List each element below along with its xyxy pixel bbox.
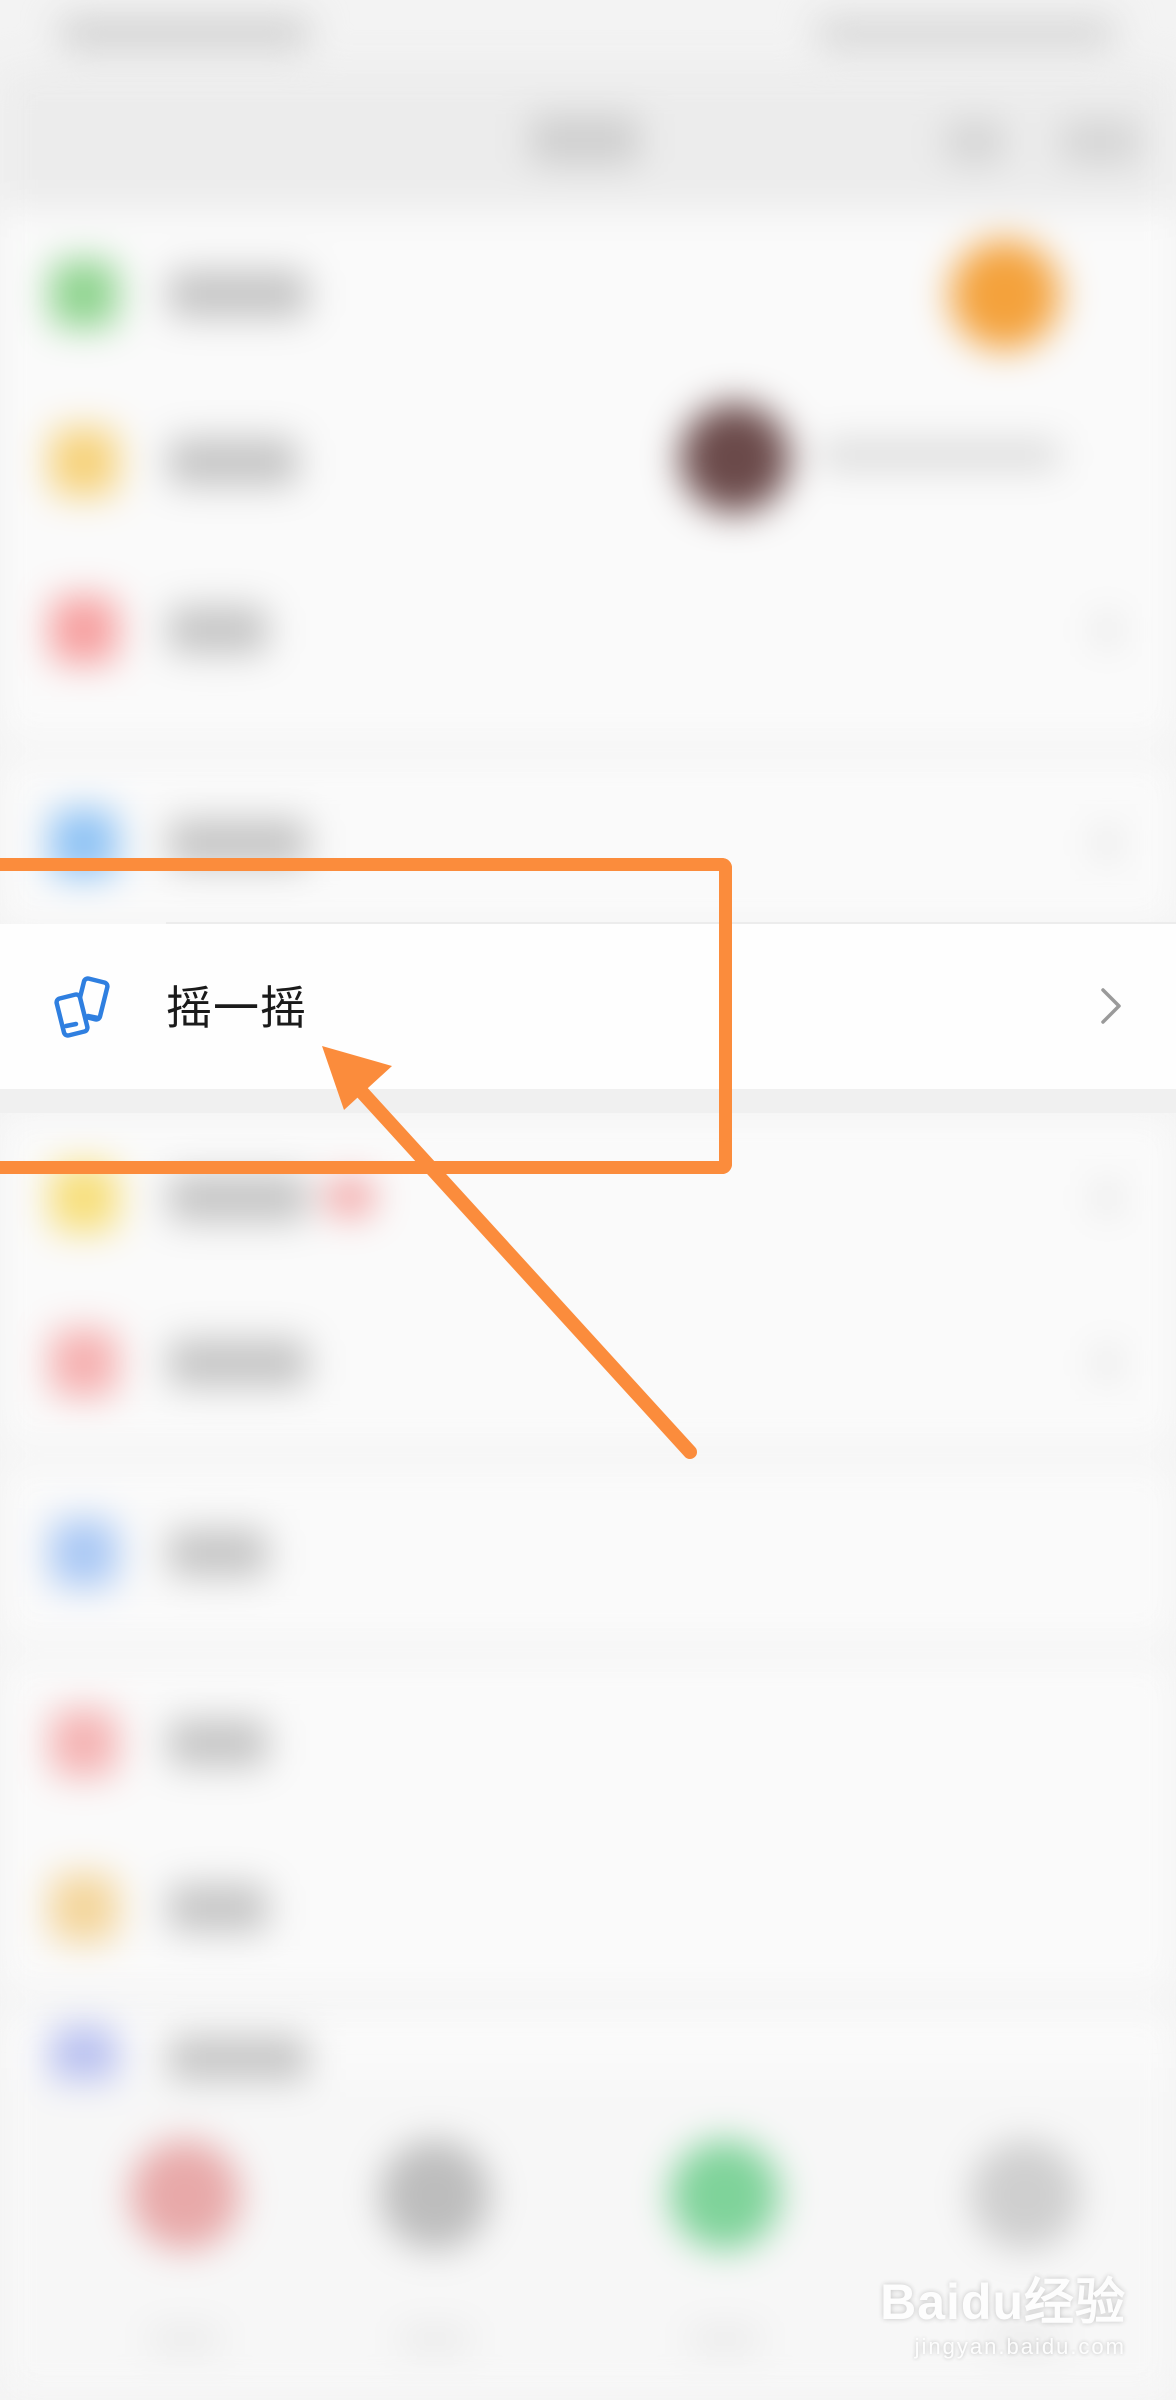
chevron-right-icon xyxy=(1098,984,1124,1028)
list-item-label xyxy=(168,1528,268,1577)
list-item[interactable] xyxy=(0,1660,1176,1825)
nearby-icon xyxy=(50,1518,118,1587)
add-icon[interactable] xyxy=(1060,120,1140,164)
status-bar xyxy=(0,0,1176,70)
tab-label xyxy=(690,2330,760,2348)
moments-icon xyxy=(50,260,118,328)
watermark: Baidu经验 jingyan.baidu.com xyxy=(880,2262,1126,2360)
chevron-right-icon xyxy=(1098,827,1116,858)
chevron-right-icon xyxy=(1098,1182,1116,1213)
chats-tab-icon[interactable] xyxy=(130,2140,240,2250)
list-item-label xyxy=(168,1718,268,1767)
tab-label xyxy=(150,2330,220,2348)
list-item-label xyxy=(168,1883,268,1932)
list-item[interactable] xyxy=(0,210,1176,378)
list-item[interactable] xyxy=(0,1280,1176,1445)
blurred-background xyxy=(0,0,1176,2400)
list-item[interactable] xyxy=(0,1465,1176,1640)
list-item-detail xyxy=(820,440,1060,470)
avatar xyxy=(950,240,1060,350)
me-tab-icon[interactable] xyxy=(970,2140,1080,2250)
channels-icon xyxy=(50,428,118,496)
list-item-label xyxy=(168,438,298,486)
contacts-tab-icon[interactable] xyxy=(380,2140,490,2250)
avatar xyxy=(680,403,790,513)
status-indicators xyxy=(816,18,1116,48)
live-icon xyxy=(50,596,118,664)
list-item-label xyxy=(168,1173,308,1222)
list-group-4 xyxy=(0,1465,1176,1640)
list-item-label xyxy=(168,2036,308,2084)
chevron-right-icon xyxy=(1098,1347,1116,1378)
list-item-label xyxy=(168,270,308,318)
tab-label xyxy=(400,2330,470,2348)
games-icon xyxy=(50,1873,118,1942)
navigation-bar xyxy=(0,70,1176,210)
discover-tab-icon[interactable] xyxy=(670,2140,780,2250)
list-item[interactable] xyxy=(0,378,1176,546)
status-time xyxy=(60,18,310,48)
watermark-url: jingyan.baidu.com xyxy=(914,2334,1126,2359)
shopping-icon xyxy=(50,1708,118,1777)
list-item-label xyxy=(168,606,268,654)
list-group-5 xyxy=(0,1660,1176,1990)
list-item[interactable] xyxy=(0,1825,1176,1990)
search-icon[interactable] xyxy=(945,120,1005,164)
list-item[interactable] xyxy=(0,546,1176,714)
watermark-brand: Baidu经验 xyxy=(880,2274,1126,2330)
status-badge xyxy=(325,1177,375,1217)
page-title xyxy=(530,115,640,165)
search-icon xyxy=(50,1328,118,1397)
list-group-1 xyxy=(0,210,1176,740)
annotation-highlight-box xyxy=(0,858,732,1174)
list-item-label xyxy=(168,1338,308,1387)
chevron-right-icon xyxy=(1098,615,1116,645)
